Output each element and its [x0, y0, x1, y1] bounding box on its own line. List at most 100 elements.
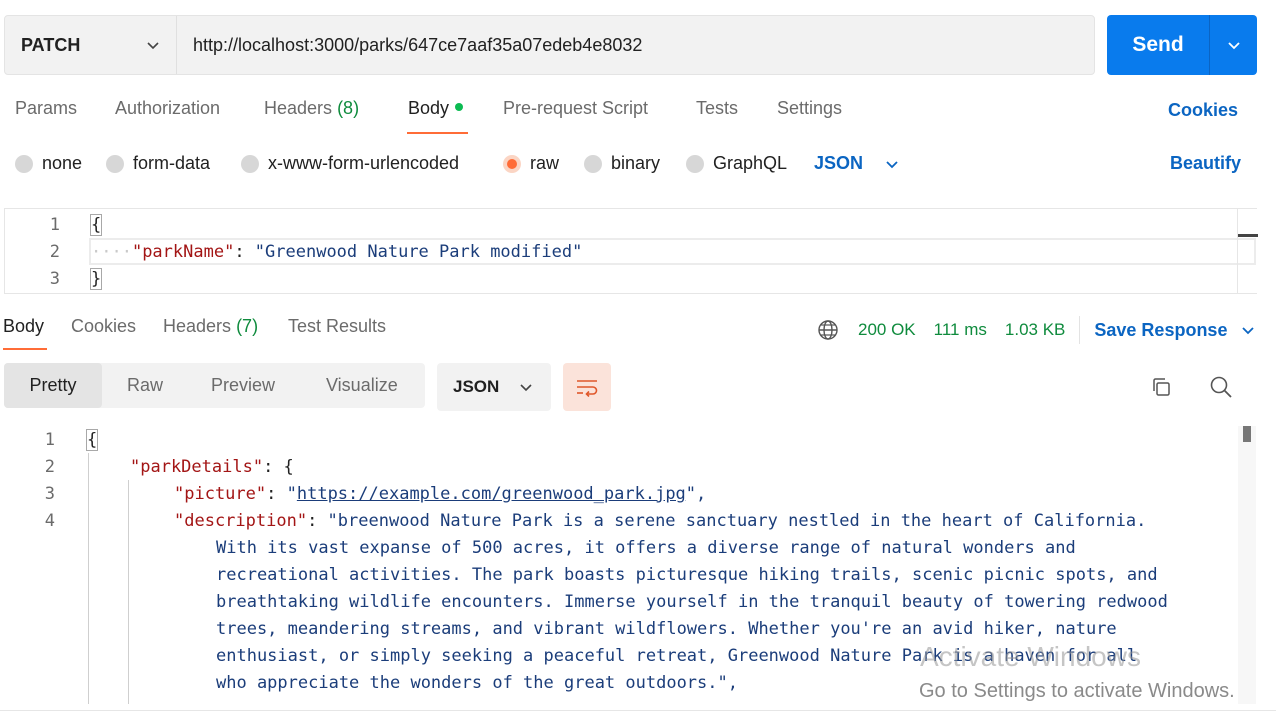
line-number: 1 [44, 430, 55, 450]
view-preview[interactable]: Preview [211, 363, 275, 408]
language-label: JSON [814, 153, 864, 173]
body-modified-dot [455, 103, 464, 111]
json-colon: : [234, 241, 255, 262]
status-code[interactable]: 200 OK [858, 320, 916, 340]
line-number: 2 [44, 457, 55, 477]
scrollbar-thumb[interactable] [1243, 426, 1251, 442]
radio-form-data[interactable]: form-data [106, 153, 210, 174]
tab-response-body[interactable]: Body [3, 316, 44, 337]
response-time[interactable]: 111 ms [934, 320, 987, 340]
radio-graphql[interactable]: GraphQL [686, 153, 787, 174]
code-text: "parkDetails": { [130, 457, 294, 477]
description-text: With its vast expanse of 500 acres, it o… [216, 538, 1076, 558]
response-line: 2 "parkDetails": { [0, 453, 1238, 480]
tab-response-headers[interactable]: Headers (7) [163, 316, 258, 337]
radio-circle-selected [503, 154, 521, 173]
search-button[interactable] [1206, 372, 1236, 402]
line-number: 3 [44, 484, 55, 504]
radio-circle [15, 154, 33, 173]
save-response-button[interactable]: Save Response [1094, 320, 1255, 341]
wrap-lines-button[interactable] [563, 363, 611, 411]
tab-body[interactable]: Body [408, 98, 464, 119]
radio-circle [686, 154, 704, 173]
response-format-label: JSON [453, 377, 500, 396]
language-select[interactable]: JSON [814, 153, 899, 174]
request-tabs: Params Authorization Headers (8) Body Pr… [0, 98, 1276, 134]
radio-binary[interactable]: binary [584, 153, 660, 174]
response-status: 200 OK 111 ms 1.03 KB Save Response [817, 316, 1255, 344]
tab-tests[interactable]: Tests [696, 98, 738, 119]
view-pretty[interactable]: Pretty [4, 363, 102, 408]
tab-authorization[interactable]: Authorization [115, 98, 220, 119]
response-line-wrap: breathtaking wildlife encounters. Immers… [0, 588, 1238, 615]
response-size[interactable]: 1.03 KB [1005, 320, 1066, 340]
copy-button[interactable] [1146, 372, 1176, 402]
radio-form-data-label: form-data [133, 153, 211, 173]
view-raw[interactable]: Raw [127, 363, 163, 408]
editor-line: 2 ····"parkName": "Greenwood Nature Park… [5, 238, 1257, 265]
active-tab-indicator [407, 132, 468, 134]
tab-settings[interactable]: Settings [777, 98, 842, 119]
editor-line: 1 { [5, 211, 1257, 238]
response-headers-count: (7) [236, 316, 259, 336]
radio-binary-label: binary [611, 153, 661, 173]
picture-url-link[interactable]: https://example.com/greenwood_park.jpg [297, 484, 686, 504]
scrollbar-thumb[interactable] [1238, 234, 1258, 237]
tab-response-headers-label: Headers [163, 316, 232, 336]
url-input[interactable]: http://localhost:3000/parks/647ce7aaf35a… [177, 35, 642, 56]
search-icon [1210, 376, 1232, 398]
description-text: breathtaking wildlife encounters. Immers… [216, 592, 1168, 612]
tab-pre-request-script[interactable]: Pre-request Script [503, 98, 648, 119]
divider [1079, 316, 1081, 344]
chevron-down-icon [147, 42, 159, 50]
view-visualize[interactable]: Visualize [326, 363, 398, 408]
response-line-wrap: recreational activities. The park boasts… [0, 561, 1238, 588]
globe-icon[interactable] [817, 319, 839, 341]
line-number: 2 [49, 241, 60, 262]
radio-raw-label: raw [530, 153, 560, 173]
code-text: } [89, 267, 103, 290]
editor-scrollbar[interactable] [1237, 208, 1258, 294]
chevron-down-icon [886, 160, 898, 168]
json-quote: " [286, 484, 297, 504]
radio-circle [106, 154, 124, 173]
tab-response-cookies[interactable]: Cookies [71, 316, 136, 337]
code-text: { [89, 213, 103, 236]
radio-urlencoded[interactable]: x-www-form-urlencoded [241, 153, 459, 174]
cookies-link[interactable]: Cookies [1168, 100, 1238, 121]
line-number: 1 [49, 214, 60, 235]
radio-raw[interactable]: raw [503, 153, 559, 174]
tab-headers-label: Headers [264, 98, 333, 118]
response-format-select[interactable]: JSON [437, 363, 551, 411]
view-mode-group: Pretty Raw Preview Visualize [4, 363, 425, 408]
radio-urlencoded-label: x-www-form-urlencoded [268, 153, 460, 173]
json-colon: : [266, 484, 287, 504]
chevron-down-icon [1227, 42, 1240, 50]
copy-icon [1153, 378, 1170, 396]
radio-none[interactable]: none [15, 153, 82, 174]
close-brace: } [89, 267, 103, 290]
radio-circle [584, 154, 602, 173]
open-brace: { [85, 429, 99, 451]
body-type-options: none form-data x-www-form-urlencoded raw… [0, 153, 1276, 179]
json-punctuation: : { [263, 457, 294, 477]
method-label: PATCH [21, 34, 81, 55]
code-text: "picture": "https://example.com/greenwoo… [174, 484, 706, 504]
tab-params[interactable]: Params [15, 98, 77, 119]
beautify-link[interactable]: Beautify [1170, 153, 1241, 174]
tab-test-results[interactable]: Test Results [288, 316, 386, 337]
activate-windows-subtitle: Go to Settings to activate Windows. [919, 680, 1235, 702]
bottom-border [0, 710, 1276, 716]
description-text: "breenwood Nature Park is a serene sanct… [327, 511, 1147, 531]
json-key: "parkName" [131, 241, 235, 262]
send-dropdown[interactable] [1210, 38, 1257, 52]
line-number: 4 [44, 511, 55, 531]
tab-headers[interactable]: Headers (8) [264, 98, 359, 119]
request-body-editor[interactable]: 1 { 2 ····"parkName": "Greenwood Nature … [4, 208, 1257, 294]
chevron-down-icon [520, 384, 532, 392]
response-scrollbar[interactable] [1238, 426, 1256, 704]
send-button[interactable]: Send [1107, 15, 1257, 75]
json-value: "Greenwood Nature Park modified" [254, 241, 583, 262]
method-select[interactable]: PATCH [5, 16, 177, 74]
response-line-wrap: With its vast expanse of 500 acres, it o… [0, 534, 1238, 561]
